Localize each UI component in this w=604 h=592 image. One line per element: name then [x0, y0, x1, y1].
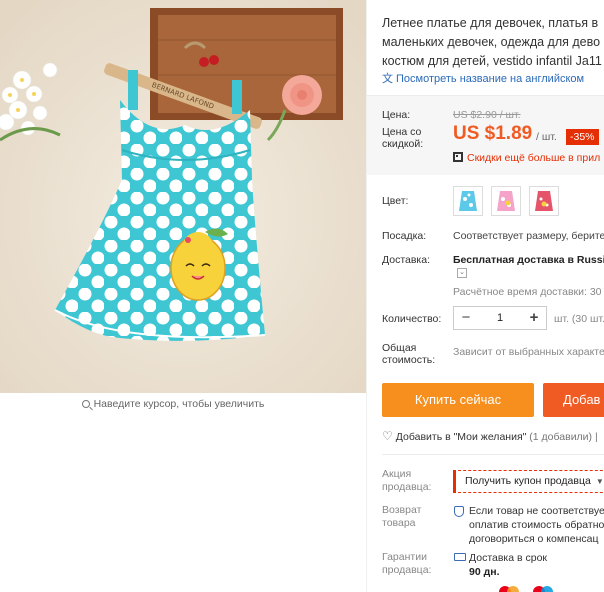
pink-dress-thumbnail: [497, 191, 515, 211]
return-label-line: товара: [382, 517, 416, 529]
product-title-line: Летнее платье для девочек, платья в: [382, 16, 599, 30]
coupon-text: Получить купон продавца: [465, 475, 591, 487]
mastercard-icon: [507, 586, 519, 592]
add-to-cart-button[interactable]: Добав: [543, 383, 604, 417]
quantity-label: Количество:: [382, 313, 442, 325]
shield-icon: [454, 506, 464, 517]
price-unit: / шт.: [536, 131, 557, 143]
color-swatch-blue[interactable]: [453, 186, 483, 216]
product-title-line: маленьких девочек, одежда для дево: [382, 35, 601, 49]
maestro-icon: [541, 586, 553, 592]
discount-price-label-line: Цена со: [382, 126, 422, 138]
product-title: Летнее платье для девочек, платья в мале…: [382, 14, 604, 71]
quantity-stepper: − 1 +: [453, 306, 547, 330]
app-discount-text: Скидки ещё больше в прил: [467, 152, 601, 164]
quantity-increase-button[interactable]: +: [522, 307, 546, 329]
blue-dress-thumbnail: [459, 191, 477, 211]
magnifier-icon: [81, 400, 90, 408]
guarantee-label: Гарантии продавца:: [382, 551, 431, 577]
color-label: Цвет:: [382, 195, 409, 207]
app-discount-link[interactable]: Скидки ещё больше в прил: [453, 152, 600, 164]
heart-icon: ♡: [382, 429, 393, 443]
color-swatch-red[interactable]: [529, 186, 559, 216]
wishlist-separator: |: [594, 431, 598, 443]
wishlist-text: Добавить в "Мои желания": [395, 431, 527, 443]
quantity-input[interactable]: 1: [478, 307, 522, 329]
guarantee-line-bold: 90 дн.: [469, 565, 547, 579]
get-coupon-dropdown[interactable]: Получить купон продавца ▼: [453, 470, 604, 493]
quantity-availability: шт. (30 шт. д: [554, 313, 604, 325]
discount-price-label: Цена со скидкой:: [382, 126, 423, 150]
return-policy-line: договориться о компенсац: [469, 533, 599, 545]
total-label-line: стоимость:: [382, 354, 436, 366]
wishlist-count: (1 добавили): [529, 431, 593, 443]
caret-down-icon: ▼: [595, 477, 604, 486]
guarantee-text: Доставка в срок 90 дн.: [469, 551, 547, 579]
discount-price-label-line: скидкой:: [382, 138, 424, 150]
section-divider: [382, 454, 604, 455]
add-to-wishlist-link[interactable]: ♡ Добавить в "Мои желания" (1 добавили) |: [382, 429, 598, 443]
quantity-decrease-button[interactable]: −: [454, 307, 478, 329]
seller-promo-label: Акция продавца:: [382, 468, 431, 494]
discount-badge: -35%: [566, 129, 599, 145]
chevron-down-icon[interactable]: ⌄: [457, 268, 467, 278]
guarantee-line: Доставка в срок: [469, 552, 548, 564]
seller-promo-label-line: продавца:: [382, 481, 432, 493]
old-price: US $2.90 / шт.: [453, 109, 521, 121]
guarantee-label-line: Гарантии: [382, 551, 427, 563]
translate-link-text: Посмотреть название на английском: [396, 73, 585, 85]
delivery-label: Доставка:: [382, 254, 431, 266]
fit-value: Соответствует размеру, берите: [453, 230, 604, 242]
fit-label: Посадка:: [382, 230, 427, 242]
zoom-hint-text: Наведите курсор, чтобы увеличить: [93, 398, 265, 410]
sale-price: US $1.89: [453, 123, 533, 144]
zoom-hint: Наведите курсор, чтобы увеличить: [0, 398, 346, 410]
return-label: Возврат товара: [382, 504, 421, 530]
price-section: Цена: US $2.90 / шт. Цена со скидкой: US…: [367, 95, 604, 175]
truck-icon: [454, 553, 466, 561]
guarantee-label-line: продавца:: [382, 564, 432, 576]
product-title-line: костюм для детей, vestido infantil Ja11: [382, 54, 602, 68]
price-label: Цена:: [382, 109, 411, 121]
guarantee-days: 90 дн.: [469, 566, 500, 578]
delivery-value[interactable]: Бесплатная доставка в Russia: [453, 254, 604, 266]
dress-photo: BERNARD LAFOND: [0, 0, 366, 393]
red-dress-thumbnail: [535, 191, 553, 211]
return-policy-line: Если товар не соответствуе: [469, 505, 604, 517]
product-info-panel: Летнее платье для девочек, платья в мале…: [367, 0, 604, 592]
return-label-line: Возврат: [382, 504, 422, 516]
seller-promo-label-line: Акция: [382, 468, 412, 480]
translate-icon: 文: [382, 73, 393, 85]
total-value: Зависит от выбранных характе: [453, 346, 604, 358]
total-label-line: Общая: [382, 342, 417, 354]
delivery-time: Расчётное время доставки: 30: [453, 286, 602, 298]
buy-now-button[interactable]: Купить сейчас: [382, 383, 534, 417]
total-label: Общая стоимость:: [382, 342, 435, 366]
translate-title-link[interactable]: 文 Посмотреть название на английском: [382, 70, 584, 86]
product-main-image[interactable]: BERNARD LAFOND: [0, 0, 366, 393]
return-policy-line: оплатив стоимость обратно: [469, 519, 604, 531]
color-swatch-pink[interactable]: [491, 186, 521, 216]
return-policy-text: Если товар не соответствуе оплатив стоим…: [469, 504, 604, 546]
qr-code-icon: [453, 152, 463, 162]
